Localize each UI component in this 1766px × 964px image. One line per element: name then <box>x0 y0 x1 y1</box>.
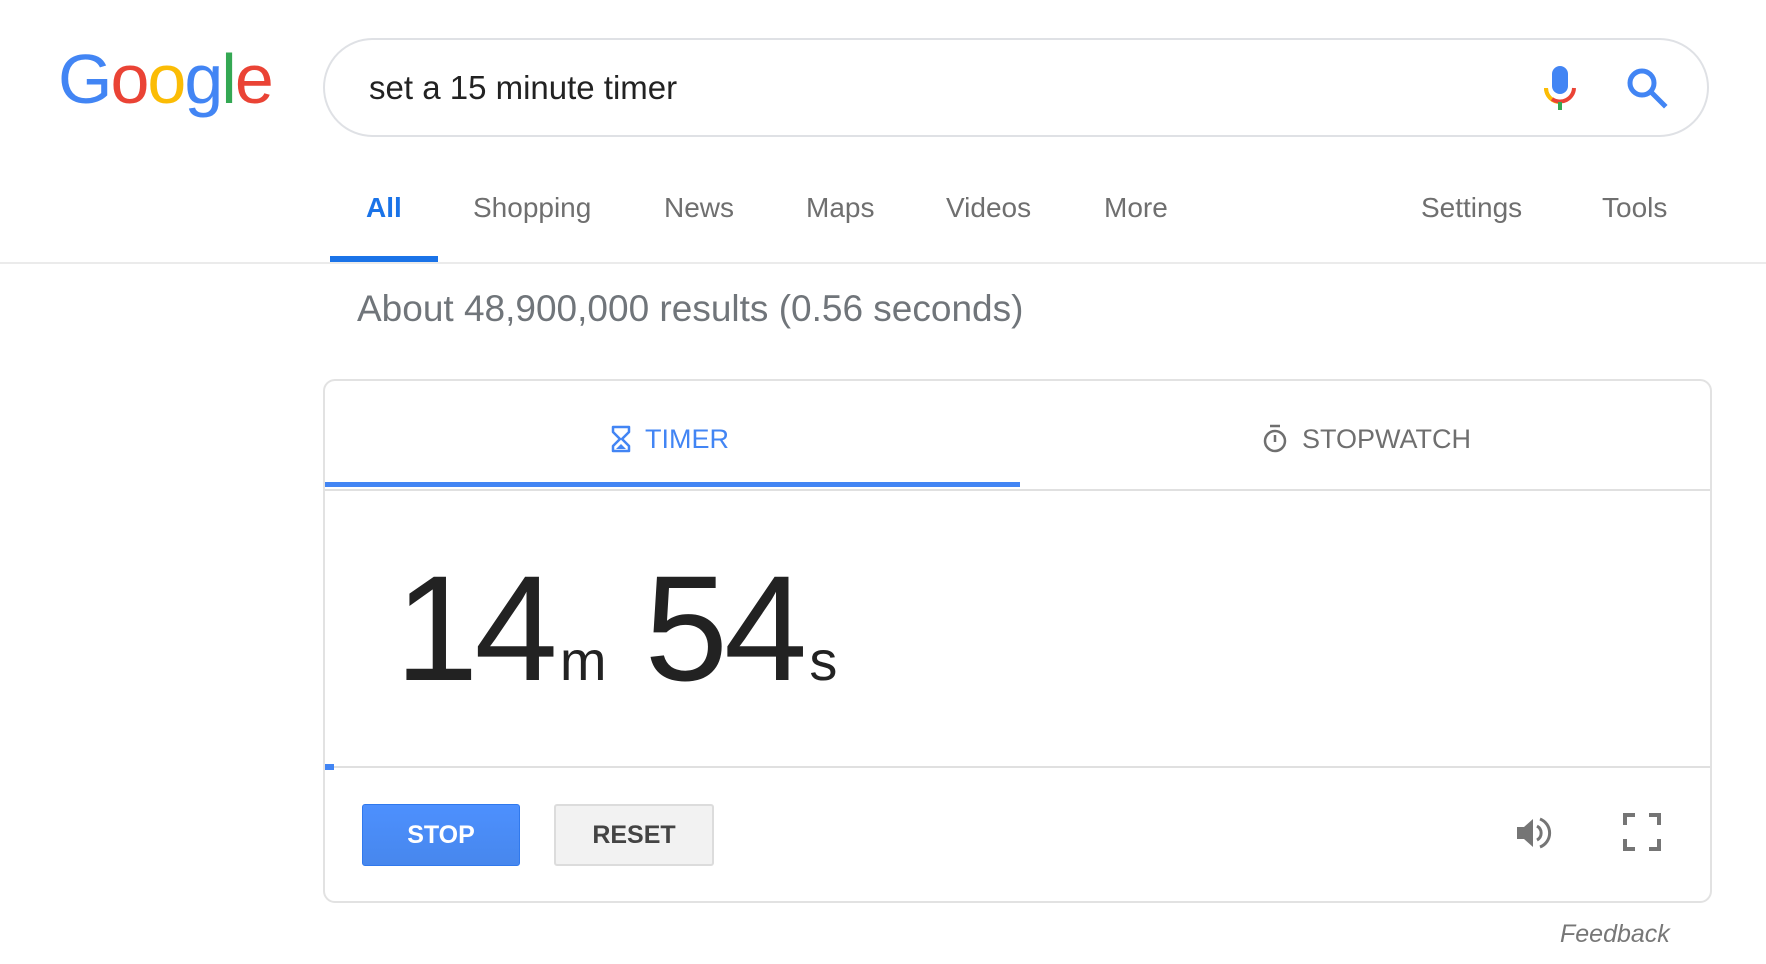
logo-letter: G <box>58 40 112 118</box>
logo-letter: l <box>221 40 237 118</box>
progress-track <box>325 766 1710 768</box>
tab-videos[interactable]: Videos <box>946 192 1031 224</box>
stopwatch-icon <box>1263 424 1287 453</box>
search-input[interactable] <box>369 60 1519 116</box>
result-stats: About 48,900,000 results (0.56 seconds) <box>357 288 1024 329</box>
google-logo[interactable]: Google <box>58 40 274 118</box>
tab-stopwatch-label: STOPWATCH <box>1302 423 1472 454</box>
stop-button[interactable]: STOP <box>362 804 520 866</box>
tab-divider <box>325 489 1710 491</box>
logo-letter: o <box>147 40 186 118</box>
logo-letter: e <box>234 40 274 118</box>
tab-shopping[interactable]: Shopping <box>473 192 591 224</box>
tab-stopwatch[interactable]: STOPWATCH <box>1262 419 1471 459</box>
hourglass-icon <box>611 425 631 453</box>
progress-fill <box>325 764 334 770</box>
microphone-icon[interactable] <box>1542 64 1578 112</box>
header-divider <box>0 262 1766 264</box>
tab-more[interactable]: More <box>1104 192 1168 224</box>
feedback-link[interactable]: Feedback <box>1560 920 1670 949</box>
timer-widget: TIMER STOPWATCH 14 m 54 s STOP RESET <box>323 379 1712 903</box>
tab-all[interactable]: All <box>366 192 402 224</box>
timer-display: 14 m 54 s <box>395 553 837 703</box>
search-box <box>323 38 1709 137</box>
reset-button[interactable]: RESET <box>554 804 714 866</box>
minutes-unit: m <box>559 629 607 692</box>
tab-timer[interactable]: TIMER <box>611 419 729 459</box>
logo-letter: g <box>184 40 223 118</box>
fullscreen-icon[interactable] <box>1623 813 1661 851</box>
tab-tools[interactable]: Tools <box>1602 192 1667 224</box>
seconds-unit: s <box>809 629 838 692</box>
logo-letter: o <box>110 40 149 118</box>
tab-settings[interactable]: Settings <box>1421 192 1522 224</box>
volume-icon[interactable] <box>1513 811 1553 855</box>
timer-tab-indicator <box>325 482 1020 487</box>
search-icon[interactable] <box>1625 66 1669 110</box>
seconds-value: 54 <box>644 544 808 712</box>
tab-timer-label: TIMER <box>645 423 729 454</box>
minutes-value: 14 <box>395 544 558 712</box>
tab-maps[interactable]: Maps <box>806 192 874 224</box>
tab-news[interactable]: News <box>664 192 734 224</box>
